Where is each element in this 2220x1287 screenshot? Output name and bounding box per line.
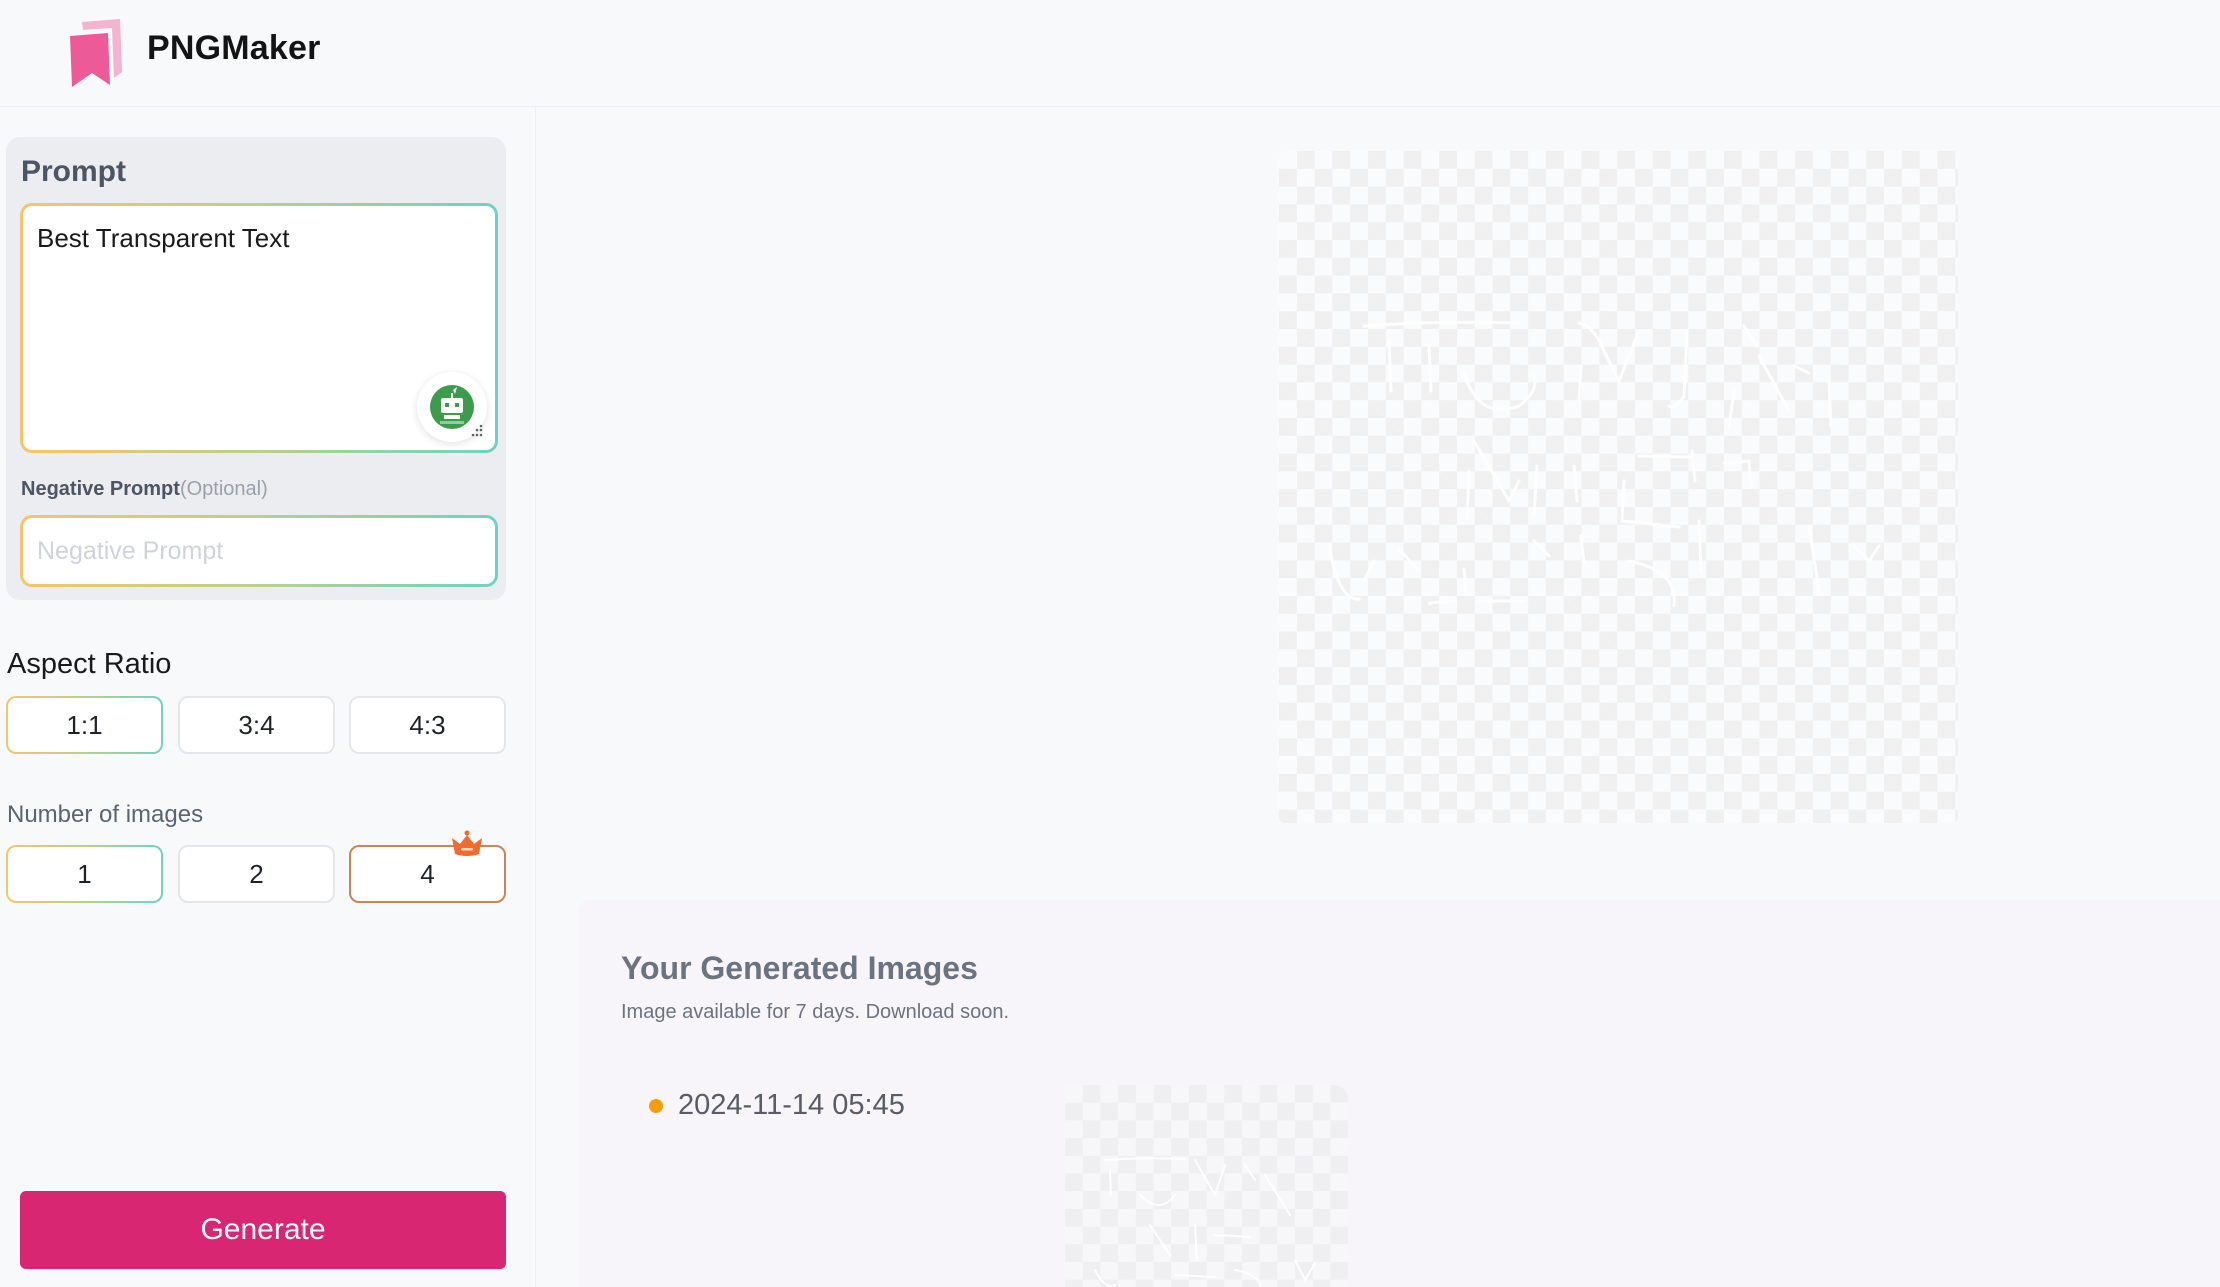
brand-name[interactable]: PNGMaker: [147, 29, 321, 68]
generate-button[interactable]: Generate: [20, 1191, 506, 1269]
bookmark-stack-icon[interactable]: [66, 16, 126, 88]
status-dot-icon: [649, 1099, 663, 1113]
app-header: PNGMaker: [0, 0, 2220, 107]
number-of-images-label: Number of images: [7, 801, 204, 828]
negative-prompt-input[interactable]: [37, 518, 477, 584]
prompt-label: Prompt: [21, 155, 126, 188]
generated-images-title: Your Generated Images: [621, 950, 978, 986]
generation-timestamp: 2024-11-14 05:45: [678, 1089, 905, 1121]
aspect-ratio-label: Aspect Ratio: [7, 648, 172, 680]
generated-image-thumbnail[interactable]: [1065, 1085, 1348, 1287]
aspect-ratio-option-label: 4:3: [409, 709, 446, 740]
resize-grip-icon[interactable]: [469, 424, 483, 438]
generated-images-subtitle: Image available for 7 days. Download soo…: [621, 1001, 1010, 1023]
thumbnail-artwork: [1094, 1157, 1316, 1287]
generated-image-preview[interactable]: [1279, 151, 1958, 823]
prompt-textarea[interactable]: Best Transparent Text: [37, 223, 437, 409]
aspect-ratio-option-label: 1:1: [8, 698, 161, 752]
image-count-option-2[interactable]: 2: [178, 845, 335, 903]
negative-prompt-label-text: Negative Prompt: [21, 478, 180, 500]
aspect-ratio-option-3-4[interactable]: 3:4: [178, 696, 335, 754]
prompt-field-wrapper: Best Transparent Text: [20, 203, 498, 453]
aspect-ratio-option-label: 3:4: [238, 709, 275, 740]
sidebar-divider: [535, 107, 536, 1287]
crown-icon: [452, 830, 482, 856]
generated-images-section: Your Generated Images Image available fo…: [578, 900, 2220, 1287]
negative-prompt-wrapper: [20, 515, 498, 587]
image-count-option-4[interactable]: 4: [349, 830, 506, 903]
prompt-panel: Prompt Best Transparent Text Negative Pr…: [6, 137, 506, 600]
image-count-option-label: 2: [249, 858, 264, 889]
ai-prompt-button[interactable]: [417, 372, 487, 442]
image-count-option-label: 1: [8, 847, 161, 901]
transparent-text-artwork: [1327, 320, 1881, 608]
optional-hint: (Optional): [179, 478, 268, 500]
image-count-option-1[interactable]: 1: [6, 845, 163, 903]
image-count-option-label: 4: [420, 858, 435, 889]
negative-prompt-label: Negative Prompt(Optional): [21, 478, 268, 501]
aspect-ratio-option-1-1[interactable]: 1:1: [6, 696, 163, 754]
aspect-ratio-option-4-3[interactable]: 4:3: [349, 696, 506, 754]
